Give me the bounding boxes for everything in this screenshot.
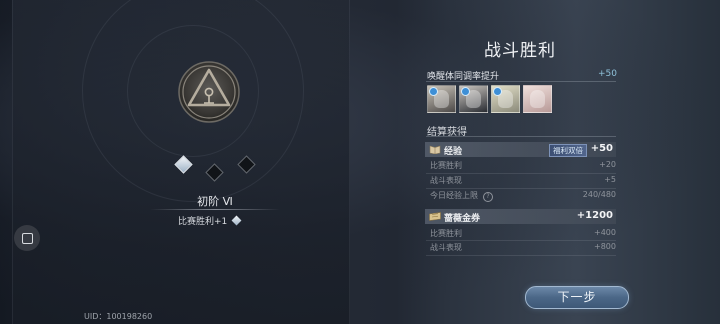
uid-label: UID：100198260 <box>84 312 153 321</box>
exp-row-value: 240/480 <box>582 190 616 199</box>
exp-row-value: +5 <box>604 175 616 184</box>
rank-emblem-icon <box>178 61 240 123</box>
exp-row-value: +20 <box>599 160 616 169</box>
coupon-row-value: +800 <box>594 242 616 251</box>
exp-value: +50 <box>590 143 613 154</box>
divider <box>426 240 616 241</box>
book-icon <box>429 145 441 154</box>
rank-bonus-text: 比赛胜利+1 <box>178 217 228 227</box>
coupon-row-win: 比赛胜利 +400 <box>430 228 616 240</box>
coupon-row-label: 比赛胜利 <box>430 229 462 238</box>
exp-name: 经验 <box>444 147 463 157</box>
exp-row-daily-cap: 今日经验上限? 240/480 <box>430 190 616 202</box>
exp-row-label: 战斗表现 <box>430 176 462 185</box>
coupon-reward-row: 蔷薇金券 +1200 <box>425 209 616 224</box>
divider <box>426 173 616 174</box>
help-icon[interactable]: ? <box>483 192 493 202</box>
avatar-list <box>427 85 552 113</box>
element-badge-icon <box>429 87 438 96</box>
next-button[interactable]: 下一步 <box>525 286 629 309</box>
sync-rate-value: +50 <box>598 69 617 79</box>
double-bonus-badge: 福利双倍 <box>549 144 587 157</box>
coupon-row-performance: 战斗表现 +800 <box>430 242 616 254</box>
rank-bonus: 比赛胜利+1 <box>178 214 258 227</box>
coupon-row-value: +400 <box>594 228 616 237</box>
character-avatar-1[interactable] <box>427 85 456 113</box>
exp-row-win: 比赛胜利 +20 <box>430 160 616 172</box>
coupon-row-label: 战斗表现 <box>430 243 462 252</box>
diamond-icon <box>231 215 242 226</box>
divider <box>426 188 616 189</box>
coupon-value: +1200 <box>576 210 613 221</box>
rank-name: 初阶 Ⅵ <box>197 195 233 208</box>
ticket-icon <box>429 212 441 221</box>
exp-row-label: 比赛胜利 <box>430 161 462 170</box>
menu-toggle-button[interactable] <box>14 225 40 251</box>
exp-reward-row: 经验 福利双倍 +50 <box>425 142 616 157</box>
rank-divider <box>150 209 280 210</box>
divider <box>426 136 616 137</box>
exp-row-performance: 战斗表现 +5 <box>430 175 616 187</box>
exp-row-label: 今日经验上限 <box>430 191 478 200</box>
square-icon <box>21 232 33 244</box>
character-avatar-4[interactable] <box>523 85 552 113</box>
divider <box>426 81 616 82</box>
character-avatar-2[interactable] <box>459 85 488 113</box>
character-avatar-3[interactable] <box>491 85 520 113</box>
result-title: 战斗胜利 <box>484 41 556 61</box>
divider <box>426 255 616 256</box>
portrait-icon <box>530 90 545 108</box>
element-badge-icon <box>493 87 502 96</box>
element-badge-icon <box>461 87 470 96</box>
coupon-name: 蔷薇金券 <box>444 214 481 224</box>
